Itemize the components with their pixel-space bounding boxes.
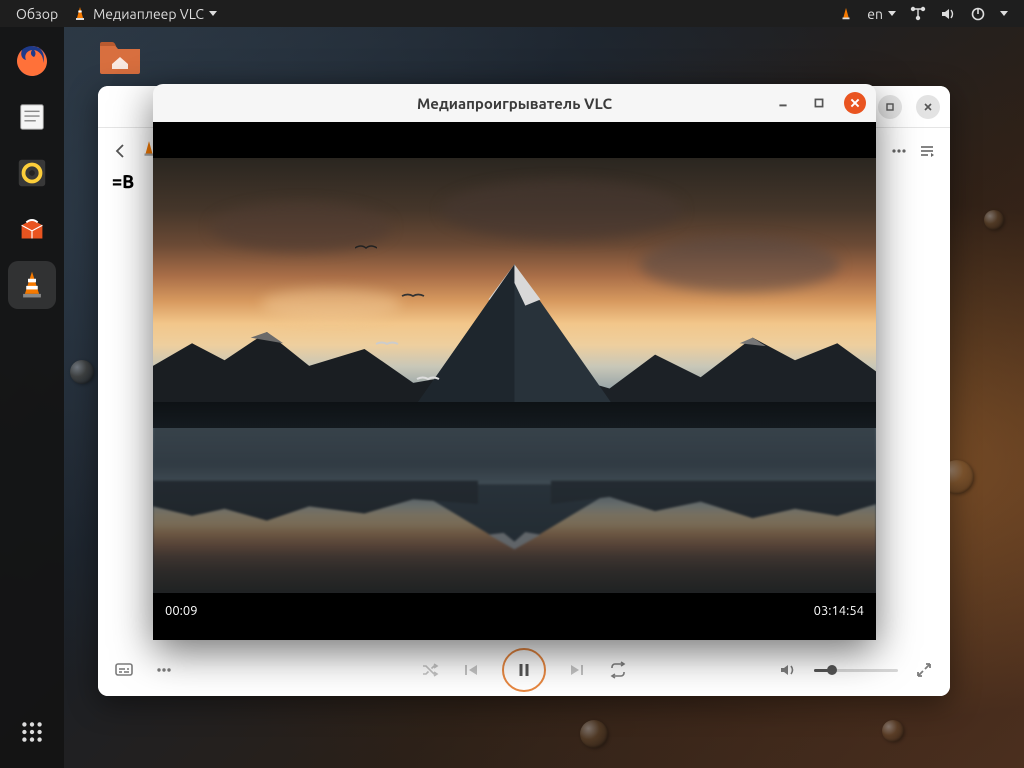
keyboard-layout-indicator[interactable]: en	[867, 6, 896, 22]
chevron-down-icon	[209, 11, 217, 16]
volume-icon[interactable]	[940, 6, 956, 22]
system-menu-chevron[interactable]	[1000, 11, 1008, 16]
dock-vlc[interactable]	[8, 261, 56, 309]
vlc-titlebar[interactable]: Медиапроигрыватель VLC	[153, 84, 876, 122]
maximize-button[interactable]	[878, 95, 902, 119]
volume-slider[interactable]	[814, 669, 898, 672]
app-menu-label: Медиаплеер VLC	[93, 6, 204, 22]
previous-button[interactable]	[462, 661, 480, 679]
next-button[interactable]	[568, 661, 586, 679]
desktop-home-folder[interactable]	[98, 36, 142, 76]
pause-icon	[516, 662, 532, 678]
chevron-down-icon	[1000, 11, 1008, 16]
activities-button[interactable]: Обзор	[16, 6, 58, 22]
chevron-down-icon	[888, 11, 896, 16]
dock-software[interactable]	[8, 205, 56, 253]
power-icon[interactable]	[970, 6, 986, 22]
maximize-button[interactable]	[808, 92, 830, 114]
dock-text-editor[interactable]	[8, 93, 56, 141]
gnome-topbar: Обзор Медиаплеер VLC en	[0, 0, 1024, 27]
volume-button[interactable]	[778, 660, 798, 680]
dock-rhythmbox[interactable]	[8, 149, 56, 197]
fullscreen-button[interactable]	[914, 660, 934, 680]
more-options-icon[interactable]	[154, 660, 174, 680]
loop-button[interactable]	[608, 660, 628, 680]
activities-label: Обзор	[16, 6, 58, 22]
vlc-title-label: Медиапроигрыватель VLC	[417, 95, 612, 112]
more-icon[interactable]	[890, 142, 908, 160]
close-button[interactable]	[844, 92, 866, 114]
dock-show-apps[interactable]	[8, 708, 56, 756]
time-total[interactable]: 03:14:54	[814, 604, 864, 618]
minimize-button[interactable]	[772, 92, 794, 114]
player-controls-bar	[98, 644, 950, 696]
dock	[0, 27, 64, 768]
lang-label: en	[867, 6, 883, 22]
network-icon[interactable]	[910, 6, 926, 22]
shuffle-button[interactable]	[420, 660, 440, 680]
vlc-window: Медиапроигрыватель VLC	[153, 84, 876, 640]
play-pause-button[interactable]	[502, 648, 546, 692]
tray-vlc-icon[interactable]	[839, 7, 853, 21]
dock-firefox[interactable]	[8, 37, 56, 85]
playlist-icon[interactable]	[918, 142, 936, 160]
close-button[interactable]	[916, 95, 940, 119]
app-menu[interactable]: Медиаплеер VLC	[72, 6, 217, 22]
time-elapsed[interactable]: 00:09	[165, 604, 198, 618]
vlc-cone-icon	[72, 6, 88, 22]
back-icon[interactable]	[112, 142, 130, 160]
video-area[interactable]: 00:09 03:14:54	[153, 122, 876, 640]
subtitles-icon[interactable]	[114, 660, 134, 680]
